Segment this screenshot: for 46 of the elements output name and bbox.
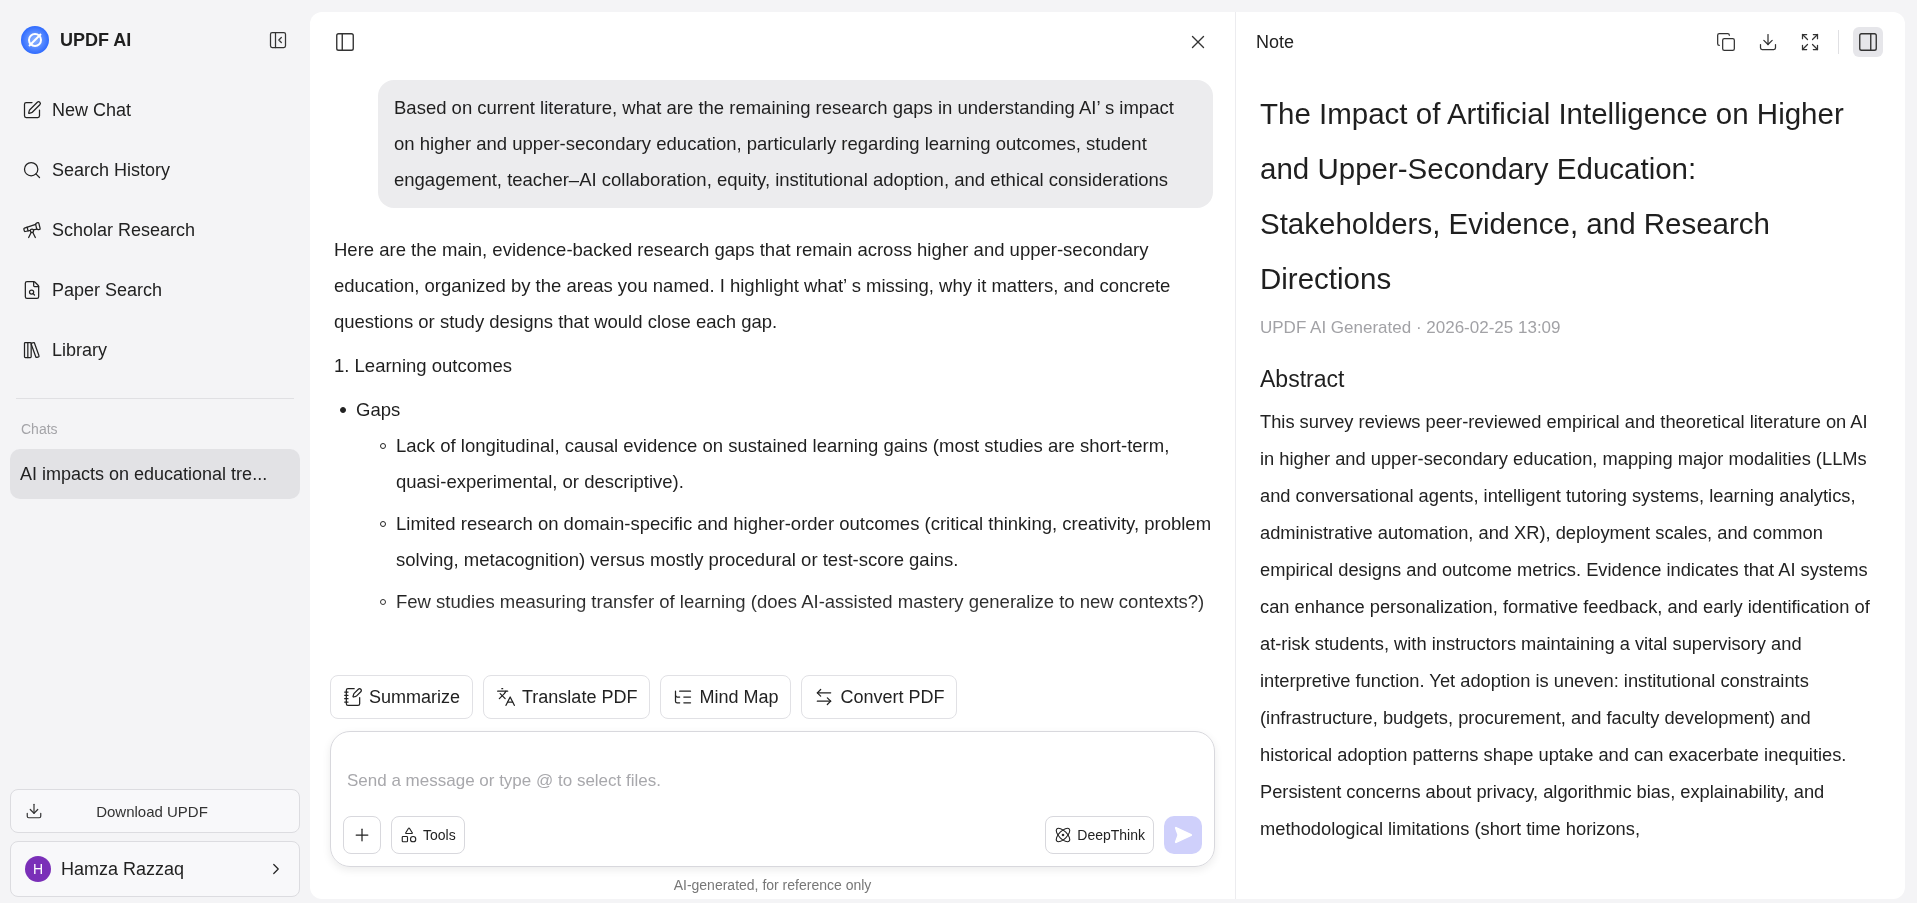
- user-profile-button[interactable]: H Hamza Razzaq: [10, 841, 300, 897]
- telescope-icon: [22, 220, 42, 240]
- list-item-text: Limited research on domain-specific and higher-order outcomes (critical thinking, creativity, problem solving, metacognition) versus mostly procedural or test-score gains.: [396, 513, 1212, 570]
- reply-heading: 1. Learning outcomes: [334, 354, 513, 378]
- download-icon: [25, 802, 43, 820]
- search-icon: [22, 160, 42, 180]
- nav-item[interactable]: New Chat: [10, 80, 300, 140]
- nav-item[interactable]: Library: [10, 320, 300, 380]
- message-input[interactable]: Send a message or type @ to select files. Tools DeepThink: [330, 731, 1215, 867]
- user-message: Based on current literature, what are the remaining research gaps in understanding AI’ s impact on higher and upper-secondary education, particularly regarding learning outcomes, student engagement, teacher–AI collaboration, equity, institutional adoption, and ethical considerations: [378, 80, 1213, 208]
- list-item-text: Lack of longitudinal, causal evidence on sustained learning gains (most studies are short-term, quasi-experimental, or descriptive).: [396, 435, 1170, 492]
- action-button[interactable]: Convert PDF: [801, 675, 958, 719]
- books-icon: [22, 340, 42, 360]
- add-button[interactable]: [343, 816, 381, 854]
- abstract-paragraph: This survey reviews peer-reviewed empirical and theoretical literature on AI in higher and upper-secondary education, mapping major modalities (LLMs and conversational agents, intelligent tutoring systems, learning analytics, administrative automation, and XR), deployment scales, and common empirical designs and outcome metrics. Evidence indicates that AI systems can enhance personalization, formative feedback, and early identification of at-risk students, with instructors maintaining a vital supervisory and interpretive function. Yet adoption is uneven: institutional constraints (infrastructure, budgets, procurement, and faculty development) and historical adoption patterns shape uptake and can exacerbate inequities. Persistent concerns about privacy, algorithmic bias, explainability, and methodological limitations (short time horizons,: [1260, 410, 1871, 841]
- send-icon: [1173, 825, 1193, 845]
- translate-icon: [496, 687, 517, 707]
- atom-icon: [1054, 826, 1073, 844]
- action-button[interactable]: Mind Map: [660, 675, 792, 719]
- pen-square-icon: [22, 100, 42, 120]
- bullet-icon: [340, 407, 346, 413]
- nav-item[interactable]: Paper Search: [10, 260, 300, 320]
- nav-item[interactable]: Search History: [10, 140, 300, 200]
- action-button[interactable]: Summarize: [330, 675, 474, 719]
- app-name: UPDF AI: [60, 29, 133, 51]
- reply-paragraph: Here are the main, evidence-backed research gaps that remain across higher and upper-secondary education, organized by the areas you named. I highlight what’ s missing, why it matters, and concrete questions or study designs that would close each gap.: [334, 238, 1172, 334]
- note-meta: UPDF AI Generated · 2026-02-25 13:09: [1260, 318, 1562, 338]
- download-button[interactable]: Download UPDF: [10, 789, 300, 833]
- chat-item[interactable]: AI impacts on educational tre...: [10, 449, 300, 499]
- deepthink-button[interactable]: DeepThink: [1045, 816, 1154, 854]
- avatar: H: [25, 856, 51, 882]
- tools-button[interactable]: Tools: [391, 816, 465, 854]
- panel-title: Note: [1256, 31, 1295, 53]
- note-heading: The Impact of Artificial Intelligence on Higher and Upper-Secondary Education: Stakeholders, Evidence, and Research Directions: [1260, 96, 1845, 297]
- logo-icon: [20, 25, 50, 55]
- section-heading: Abstract: [1260, 366, 1346, 393]
- action-button[interactable]: Translate PDF: [483, 675, 651, 719]
- disclaimer-text: AI-generated, for reference only: [673, 876, 872, 895]
- side-panel-toggle-icon[interactable]: [1853, 27, 1883, 57]
- notepad-icon: [343, 687, 363, 707]
- file-search-icon: [22, 280, 42, 300]
- list-item-text: Few studies measuring transfer of learning (does AI-assisted mastery generalize to new contexts?): [396, 591, 1205, 612]
- section-title: Chats: [20, 421, 59, 437]
- nav-item[interactable]: Scholar Research: [10, 200, 300, 260]
- list-item-text: Gaps: [356, 399, 401, 420]
- shapes-icon: [400, 826, 418, 844]
